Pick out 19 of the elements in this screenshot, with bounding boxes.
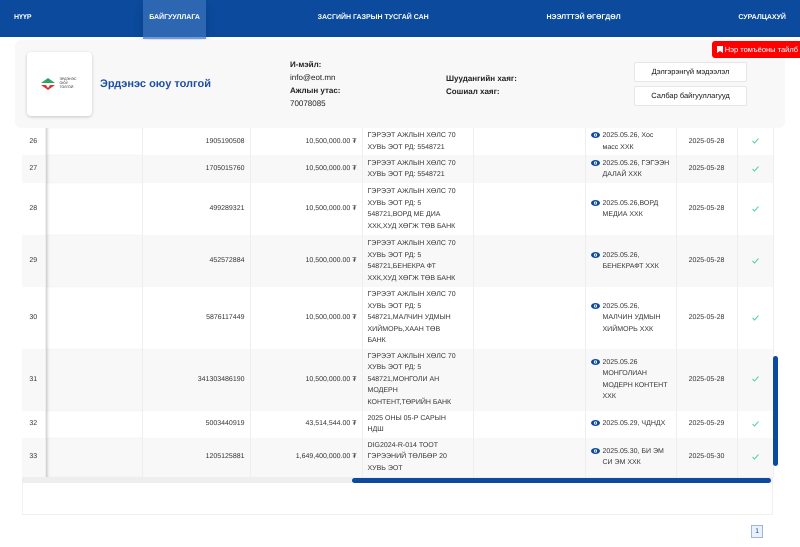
eye-icon[interactable] bbox=[590, 160, 600, 166]
bookmark-icon bbox=[716, 46, 723, 54]
eye-icon[interactable] bbox=[590, 302, 600, 309]
horizontal-scrollbar[interactable] bbox=[352, 478, 771, 482]
address-label: Шуудангийн хаяг: bbox=[446, 73, 518, 85]
eye-icon[interactable] bbox=[590, 200, 600, 206]
eye-icon[interactable] bbox=[590, 132, 600, 138]
eye-icon[interactable] bbox=[590, 252, 600, 258]
eye-icon[interactable] bbox=[590, 420, 600, 426]
contact-label: И-мэйл: bbox=[290, 59, 322, 71]
logo-mark-icon bbox=[40, 77, 56, 91]
organization-name: Эрдэнэс оюу толгой bbox=[100, 76, 212, 92]
eye-icon[interactable] bbox=[590, 358, 600, 365]
contact-value: info@eot.mn bbox=[290, 72, 336, 84]
vertical-scrollbar[interactable] bbox=[773, 356, 778, 466]
contact-label: Ажлын утас: bbox=[290, 85, 342, 97]
address-label: Сошиал хаяг: bbox=[446, 86, 501, 98]
eye-icon[interactable] bbox=[590, 448, 600, 454]
contact-value: 70078085 bbox=[290, 98, 327, 110]
